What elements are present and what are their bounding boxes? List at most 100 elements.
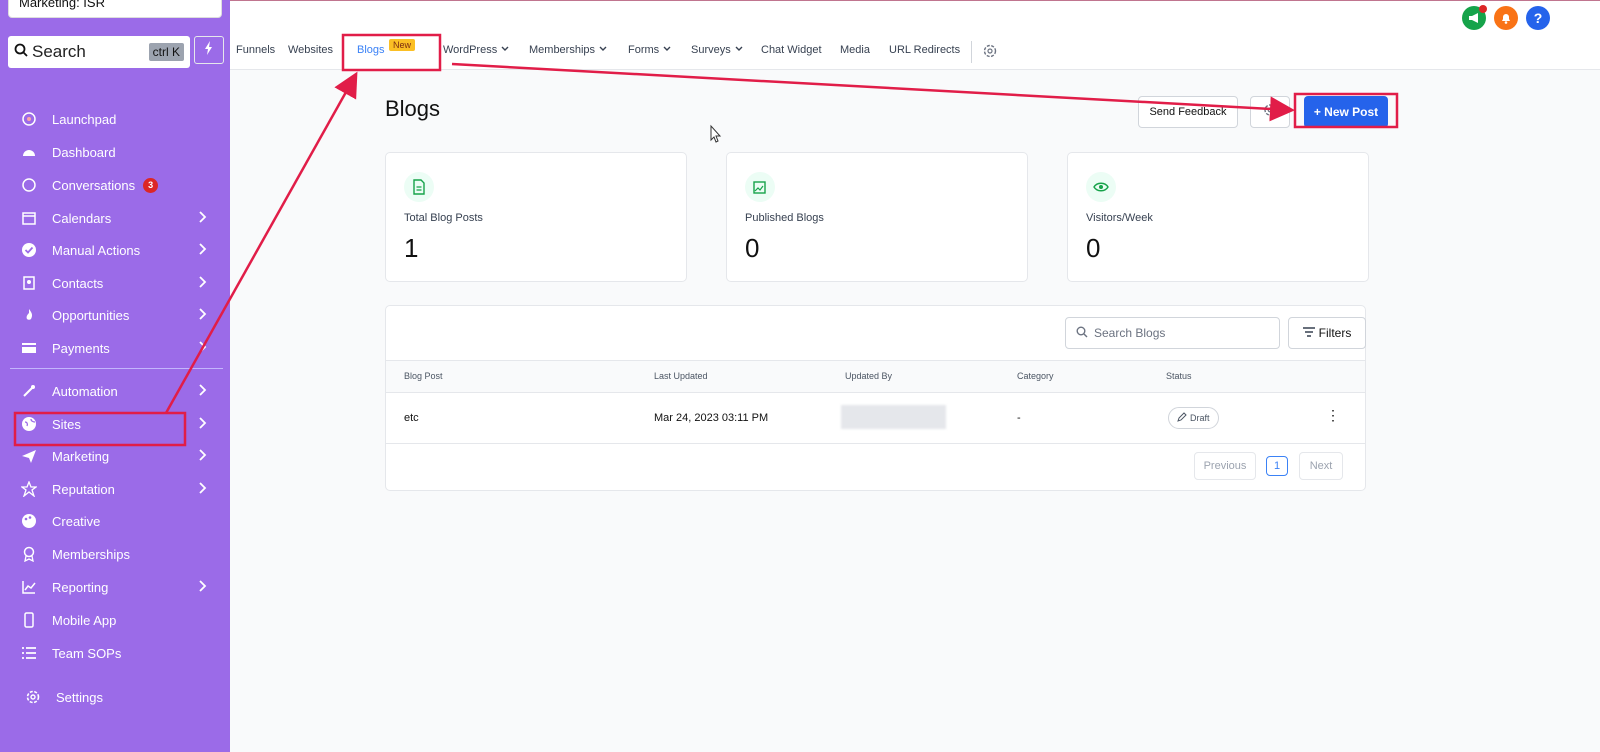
chevron-right-icon <box>198 275 208 292</box>
table-header: Blog Post Last Updated Updated By Catego… <box>386 360 1365 393</box>
account-name: Marketing: ISR <box>19 0 105 10</box>
sidebar-item-label: Reporting <box>52 579 109 595</box>
tab-media[interactable]: Media <box>840 44 870 56</box>
sidebar-item-calendars[interactable]: Calendars <box>20 204 220 232</box>
next-page-button[interactable]: Next <box>1299 452 1343 480</box>
tab-label: Memberships <box>529 44 596 56</box>
tab-label: Surveys <box>691 44 731 56</box>
sidebar-item-contacts[interactable]: Contacts <box>20 269 220 297</box>
sidebar-item-label: Sites <box>52 416 81 432</box>
stat-value: 0 <box>1086 233 1101 263</box>
chevron-right-icon <box>198 340 208 357</box>
chart-icon <box>20 578 38 596</box>
global-search[interactable]: Search ctrl K <box>8 36 190 68</box>
previous-page-button[interactable]: Previous <box>1194 452 1256 480</box>
bolt-icon <box>204 40 214 60</box>
stat-label: Visitors/Week <box>1086 212 1153 224</box>
chevron-right-icon <box>198 579 208 596</box>
star-icon <box>20 480 38 498</box>
image-edit-icon <box>745 172 775 202</box>
sidebar-item-label: Dashboard <box>52 144 116 160</box>
tab-memberships[interactable]: Memberships <box>529 44 607 56</box>
search-icon <box>1076 326 1088 341</box>
filter-icon <box>1302 326 1315 340</box>
sidebar-item-payments[interactable]: Payments <box>20 334 220 362</box>
announcement-icon[interactable] <box>1462 5 1487 30</box>
sidebar-item-mobile-app[interactable]: Mobile App <box>20 606 220 634</box>
more-options-icon[interactable]: ⋮ <box>1326 407 1340 424</box>
tab-websites[interactable]: Websites <box>288 44 333 56</box>
globe-icon <box>20 415 38 433</box>
sidebar-item-automation[interactable]: Automation <box>20 377 220 405</box>
tab-label: Funnels <box>236 44 276 56</box>
paper-plane-icon <box>20 447 38 465</box>
sidebar-item-dashboard[interactable]: Dashboard <box>20 138 220 166</box>
main-content: Blogs Send Feedback + New Post Total Blo… <box>230 71 1600 752</box>
table-row[interactable]: etc Mar 24, 2023 03:11 PM - Draft ⋮ <box>386 393 1365 444</box>
sidebar-item-marketing[interactable]: Marketing <box>20 442 220 470</box>
sidebar-item-reputation[interactable]: Reputation <box>20 475 220 503</box>
sidebar-item-opportunities[interactable]: Opportunities <box>20 301 220 329</box>
phone-icon <box>20 611 38 629</box>
last-updated: Mar 24, 2023 03:11 PM <box>654 412 769 424</box>
sidebar-item-conversations[interactable]: Conversations 3 <box>20 171 220 199</box>
sidebar-item-sites[interactable]: Sites <box>20 410 220 438</box>
search-label: Search <box>32 42 86 61</box>
sidebar-item-label: Launchpad <box>52 111 117 127</box>
tab-url-redirects[interactable]: URL Redirects <box>889 44 960 56</box>
sidebar-item-label: Manual Actions <box>52 242 141 258</box>
unread-badge: 3 <box>143 177 159 193</box>
tab-chat-widget[interactable]: Chat Widget <box>761 44 822 56</box>
sidebar-item-memberships[interactable]: Memberships <box>20 540 220 568</box>
chevron-down-icon <box>663 44 671 56</box>
sidebar-item-reporting[interactable]: Reporting <box>20 573 220 601</box>
category: - <box>1017 412 1021 424</box>
quick-actions-button[interactable] <box>194 36 224 64</box>
chevron-right-icon <box>198 307 208 324</box>
credit-card-icon <box>20 339 38 357</box>
page-number-button[interactable]: 1 <box>1266 456 1288 476</box>
bell-icon[interactable] <box>1494 6 1518 30</box>
sidebar-item-creative[interactable]: Creative <box>20 507 220 535</box>
check-circle-icon <box>20 241 38 259</box>
tab-label: Chat Widget <box>761 44 822 56</box>
stat-label: Published Blogs <box>745 212 824 224</box>
tab-funnels[interactable]: Funnels <box>236 44 275 56</box>
sidebar-item-settings[interactable]: Settings <box>24 683 224 711</box>
tab-wordpress[interactable]: WordPress <box>443 44 509 56</box>
send-feedback-button[interactable]: Send Feedback <box>1138 96 1238 128</box>
sidebar-item-label: Conversations <box>52 177 136 193</box>
chevron-right-icon <box>198 448 208 465</box>
column-header: Updated By <box>845 371 893 381</box>
sidebar-item-launchpad[interactable]: Launchpad <box>20 105 220 133</box>
column-header: Last Updated <box>654 371 708 381</box>
chat-icon <box>20 176 38 194</box>
search-shortcut: ctrl K <box>148 43 184 61</box>
stat-card-total-posts: Total Blog Posts 1 <box>385 152 687 282</box>
help-label: ? <box>1533 10 1543 26</box>
page-title: Blogs <box>385 96 441 121</box>
filters-button[interactable]: Filters <box>1288 317 1366 349</box>
new-post-button[interactable]: + New Post <box>1304 96 1388 128</box>
tab-surveys[interactable]: Surveys <box>691 44 743 56</box>
sites-settings-gear-icon[interactable] <box>982 43 998 64</box>
gauge-icon <box>20 143 38 161</box>
sidebar-item-team-sops[interactable]: Team SOPs <box>20 639 220 667</box>
search-blogs-input[interactable]: Search Blogs <box>1065 317 1280 349</box>
top-navigation: Funnels Websites Blogs New WordPress Mem… <box>230 0 1600 70</box>
blog-post-title[interactable]: etc <box>404 412 419 424</box>
account-switcher[interactable]: Marketing: ISR <box>8 0 222 18</box>
new-tag: New <box>389 39 416 51</box>
tab-blogs[interactable]: Blogs <box>357 44 385 56</box>
sidebar-item-label: Creative <box>52 513 101 529</box>
palette-icon <box>20 512 38 530</box>
sidebar: Marketing: ISR Search ctrl K Launchpad D… <box>0 0 230 752</box>
tab-label: WordPress <box>443 44 498 56</box>
chevron-right-icon <box>198 210 208 227</box>
sidebar-item-label: Team SOPs <box>52 645 122 661</box>
chevron-right-icon <box>198 242 208 259</box>
help-icon[interactable]: ? <box>1526 6 1550 30</box>
sidebar-item-manual-actions[interactable]: Manual Actions <box>20 236 220 264</box>
tab-forms[interactable]: Forms <box>628 44 671 56</box>
blog-settings-button[interactable] <box>1250 96 1290 128</box>
